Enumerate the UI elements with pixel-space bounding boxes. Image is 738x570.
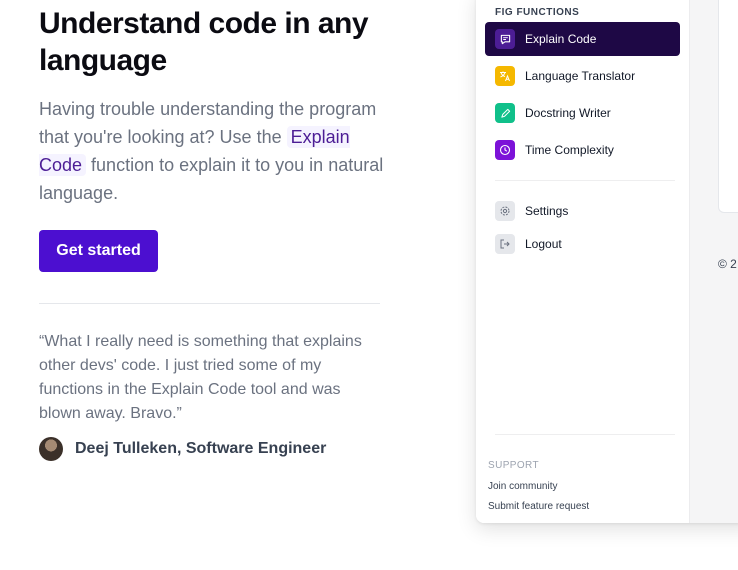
sidebar-item-label: Docstring Writer xyxy=(525,106,611,120)
sidebar-item-label: Settings xyxy=(525,204,569,218)
avatar xyxy=(39,437,63,461)
hero-title: Understand code in any language xyxy=(39,7,369,77)
divider xyxy=(495,434,675,435)
submit-feature-request-link[interactable]: Submit feature request xyxy=(488,501,589,512)
divider xyxy=(495,180,675,181)
sidebar-item-label: Language Translator xyxy=(525,69,636,83)
sidebar: FIG FUNCTIONS Explain Code Language Tran… xyxy=(476,0,689,523)
sidebar-item-time-complexity[interactable]: Time Complexity xyxy=(485,133,680,167)
sidebar-item-label: Logout xyxy=(525,237,562,251)
author-name: Deej Tulleken, Software Engineer xyxy=(75,440,327,457)
content-card xyxy=(718,0,738,213)
message-square-icon xyxy=(495,29,515,49)
sidebar-item-label: Explain Code xyxy=(525,32,597,46)
testimonial-author: Deej Tulleken, Software Engineer xyxy=(39,437,326,461)
testimonial-quote: “What I really need is something that ex… xyxy=(39,333,362,422)
clock-icon xyxy=(495,140,515,160)
sidebar-item-settings[interactable]: Settings xyxy=(485,194,680,228)
hero-description: Having trouble understanding the program… xyxy=(39,95,384,207)
divider xyxy=(39,303,380,304)
logout-icon xyxy=(495,234,515,254)
translate-icon xyxy=(495,66,515,86)
gear-icon xyxy=(495,201,515,221)
support-label: SUPPORT xyxy=(488,460,539,471)
copyright-text: © 2 xyxy=(718,257,737,271)
sidebar-item-language-translator[interactable]: Language Translator xyxy=(485,59,680,93)
sidebar-item-label: Time Complexity xyxy=(525,143,614,157)
sidebar-item-explain-code[interactable]: Explain Code xyxy=(485,22,680,56)
app-preview-window: FIG FUNCTIONS Explain Code Language Tran… xyxy=(476,0,738,523)
sidebar-item-docstring-writer[interactable]: Docstring Writer xyxy=(485,96,680,130)
main-panel: © 2 xyxy=(689,0,738,523)
hero-description-text-end: function to explain it to you in natural… xyxy=(39,155,384,203)
get-started-button[interactable]: Get started xyxy=(39,230,158,272)
join-community-link[interactable]: Join community xyxy=(488,481,557,492)
sidebar-item-logout[interactable]: Logout xyxy=(485,227,680,261)
pencil-icon xyxy=(495,103,515,123)
section-label: FIG FUNCTIONS xyxy=(495,7,580,18)
